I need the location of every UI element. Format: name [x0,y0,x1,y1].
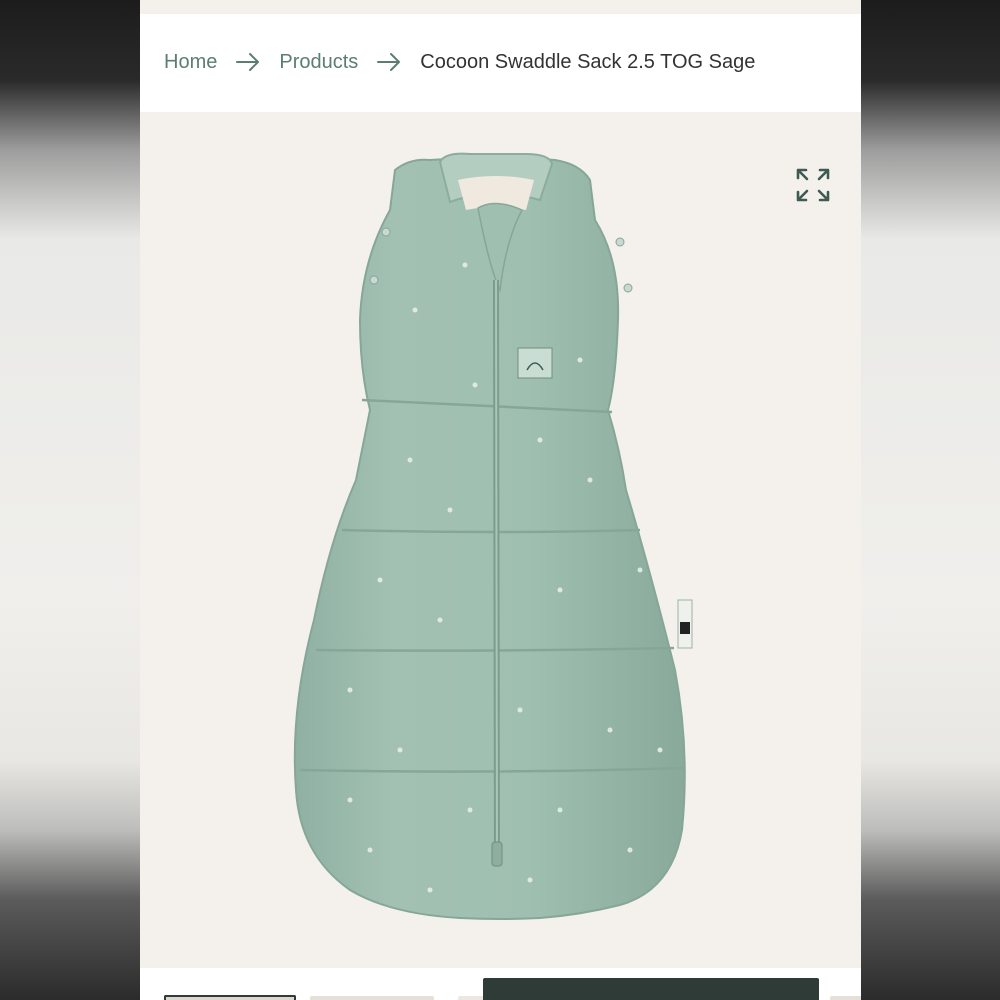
arrow-right-icon [235,52,261,72]
thumbnail-strip [140,968,861,1000]
product-image-swaddle-sack[interactable] [290,150,710,950]
background-right [860,0,1000,1000]
expand-icon[interactable] [795,167,831,203]
thumbnail-4[interactable] [830,996,861,1000]
background-left [0,0,140,1000]
breadcrumb: Home Products Cocoon Swaddle Sack 2.5 TO… [164,46,755,78]
thumbnail-1-active[interactable] [164,995,296,1000]
breadcrumb-products-link[interactable]: Products [279,51,358,74]
breadcrumb-current: Cocoon Swaddle Sack 2.5 TOG Sage [420,50,756,73]
product-gallery[interactable] [140,112,861,968]
header-strip [140,0,861,14]
product-page: Home Products Cocoon Swaddle Sack 2.5 TO… [140,0,861,1000]
breadcrumb-home-link[interactable]: Home [164,51,217,74]
arrow-right-icon [376,52,402,72]
thumbnail-2[interactable] [310,996,434,1000]
add-to-cart-bar[interactable] [483,978,819,1000]
